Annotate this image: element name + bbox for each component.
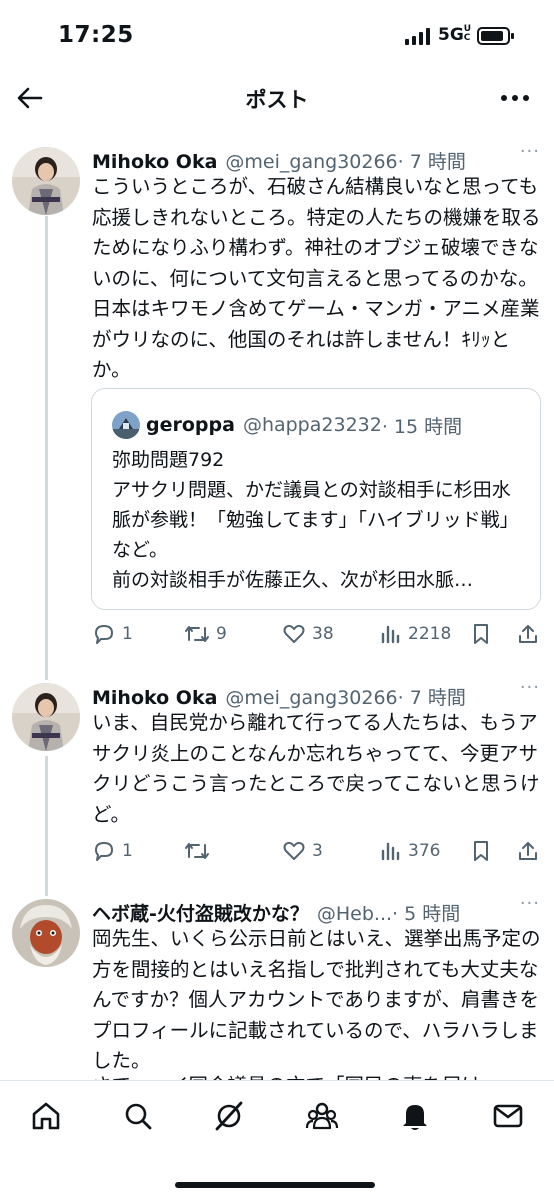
view-count: 2218 — [408, 624, 452, 644]
tab-notifications[interactable] — [398, 1099, 432, 1133]
notifications-icon — [403, 1105, 427, 1130]
author-name[interactable]: ヘボ蔵-火付盗賊改かな？ — [92, 899, 309, 926]
reply-icon — [95, 842, 113, 861]
like-count: 38 — [312, 624, 334, 644]
tweet-more-button[interactable]: ··· — [520, 141, 540, 162]
tweet-more-button[interactable]: ··· — [520, 677, 540, 698]
battery-icon — [477, 27, 514, 45]
tweet-actions: 1 9 38 2218 — [92, 619, 544, 653]
page-title: ポスト — [245, 88, 309, 112]
heart-icon — [283, 841, 305, 860]
author-handle[interactable]: @Heb... — [317, 903, 392, 925]
retweet-count: 9 — [216, 624, 227, 644]
quote-avatar — [112, 411, 140, 439]
tweet[interactable]: Mihoko Oka @mei_gang30266 · 7 時間 ··· いま、… — [0, 677, 554, 873]
tweet-header: Mihoko Oka @mei_gang30266 · 7 時間 — [92, 147, 544, 174]
bookmark-icon — [474, 624, 488, 644]
author-name[interactable]: Mihoko Oka — [92, 151, 217, 173]
tab-search[interactable] — [121, 1099, 155, 1133]
views-chart-icon — [381, 625, 400, 644]
quote-author-name: geroppa — [146, 414, 235, 436]
views-button[interactable]: 2218 — [378, 619, 451, 649]
reply-count: 1 — [122, 841, 133, 861]
post-time: · 7 時間 — [397, 687, 466, 709]
post-time: · 5 時間 — [392, 903, 461, 925]
like-count: 3 — [312, 841, 323, 861]
retweet-button[interactable]: 9 — [184, 619, 227, 649]
status-time: 17:25 — [58, 22, 134, 48]
network-sup: UC — [463, 24, 472, 43]
bookmark-button[interactable] — [470, 836, 492, 866]
retweet-icon — [185, 843, 209, 859]
tweet-text: こういうところが、石破さん結構良いなと思っても応援しきれないところ。特定の人たち… — [92, 175, 541, 381]
tab-grok[interactable] — [212, 1099, 246, 1133]
share-icon — [519, 842, 537, 860]
share-button[interactable] — [516, 836, 540, 866]
reply-button[interactable]: 1 — [92, 836, 133, 866]
grok-icon — [215, 1101, 243, 1131]
status-bar: 17:25 5GUC — [0, 0, 554, 72]
retweet-icon — [185, 626, 209, 642]
home-indicator — [175, 1182, 375, 1188]
author-handle[interactable]: @mei_gang30266 — [225, 151, 397, 173]
quote-author-handle: @happa23232 — [242, 414, 382, 436]
cellular-signal-icon — [405, 28, 430, 45]
communities-icon — [305, 1102, 339, 1130]
home-icon — [32, 1102, 60, 1130]
like-button[interactable]: 38 — [282, 619, 334, 649]
tab-messages[interactable] — [491, 1099, 525, 1133]
like-button[interactable]: 3 — [282, 836, 323, 866]
author-name[interactable]: Mihoko Oka — [92, 687, 217, 709]
retweet-button[interactable] — [184, 836, 216, 866]
heart-icon — [283, 624, 305, 643]
post-time: · 7 時間 — [397, 151, 466, 173]
tab-communities[interactable] — [305, 1099, 339, 1133]
view-count: 376 — [408, 841, 441, 861]
avatar[interactable] — [12, 683, 80, 751]
bookmark-icon — [474, 841, 488, 861]
tweet-text-continued: さて、ーイ国会議員の方で「国民の声を届け — [92, 1071, 544, 1080]
ellipsis-icon — [501, 95, 529, 101]
tweet-text: 岡先生、いくら公示日前とはいえ、選挙出馬予定の方を間接的とはいえ名指しで批判され… — [92, 927, 541, 1072]
tweet-more-button[interactable]: ··· — [520, 899, 540, 914]
tweet-header: Mihoko Oka @mei_gang30266 · 7 時間 — [92, 683, 544, 710]
quote-post-time: · 15 時間 — [381, 415, 463, 438]
tweet-text: いま、自民党から離れて行ってる人たちは、もうアサクリ炎上のことなんか忘れちゃって… — [92, 711, 540, 826]
more-options-button[interactable] — [500, 84, 530, 109]
author-handle[interactable]: @mei_gang30266 — [225, 687, 397, 709]
share-button[interactable] — [516, 619, 540, 649]
tweet[interactable]: ヘボ蔵-火付盗賊改かな？ @Heb... · 5 時間 ··· 岡先生、いくら公… — [0, 899, 554, 1080]
tweet-header: ヘボ蔵-火付盗賊改かな？ @Heb... · 5 時間 — [92, 899, 544, 926]
tweet[interactable]: Mihoko Oka @mei_gang30266 · 7 時間 ··· こうい… — [0, 141, 554, 667]
reply-count: 1 — [122, 624, 133, 644]
search-icon — [125, 1103, 152, 1130]
avatar[interactable] — [12, 899, 80, 967]
quoted-tweet-header: geroppa @happa23232 · 15 時間 — [112, 411, 462, 439]
tweet-actions: 1 3 376 — [92, 836, 544, 870]
quoted-tweet-text: 弥助問題792 アサクリ問題、かだ議員との対談相手に杉田水脈が参戦！「勉強してま… — [112, 449, 519, 591]
tab-home[interactable] — [29, 1099, 63, 1133]
messages-icon — [493, 1104, 523, 1128]
header: ポスト — [0, 72, 554, 124]
quoted-tweet[interactable]: geroppa @happa23232 · 15 時間 弥助問題792 アサクリ… — [91, 388, 541, 610]
views-button[interactable]: 376 — [378, 836, 440, 866]
bookmark-button[interactable] — [470, 619, 492, 649]
reply-button[interactable]: 1 — [92, 619, 133, 649]
avatar[interactable] — [12, 147, 80, 215]
views-chart-icon — [381, 842, 400, 861]
reply-icon — [95, 625, 113, 644]
network-type: 5GUC — [438, 24, 472, 46]
share-icon — [519, 625, 537, 643]
